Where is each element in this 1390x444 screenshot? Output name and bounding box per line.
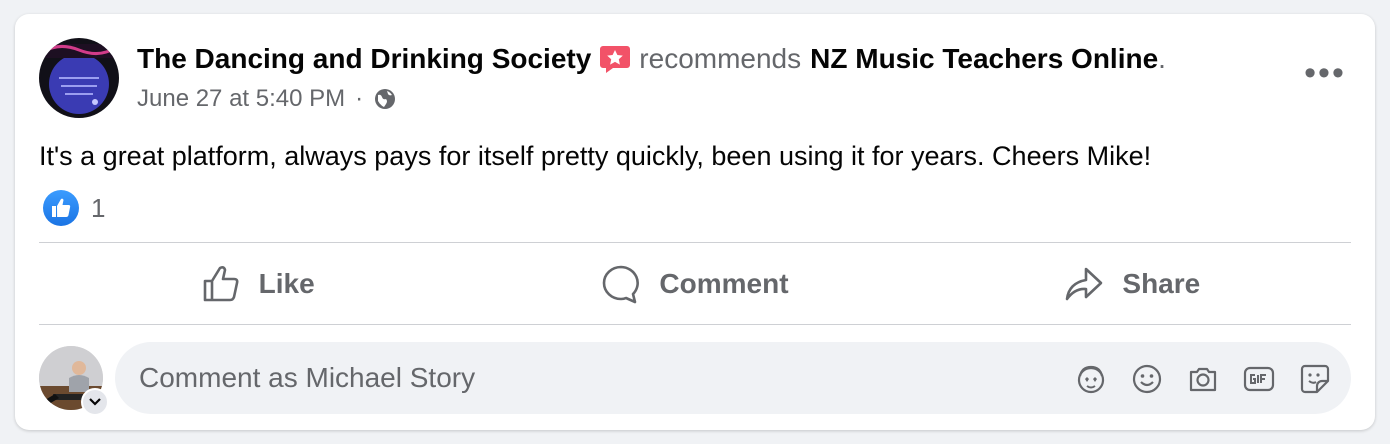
author-name[interactable]: The Dancing and Drinking Society bbox=[137, 42, 591, 76]
page-avatar[interactable] bbox=[39, 38, 119, 118]
post-card: The Dancing and Drinking Society recomme… bbox=[15, 14, 1375, 430]
emoji-icon[interactable] bbox=[1129, 361, 1165, 397]
comment-bubble-icon bbox=[603, 265, 640, 304]
share-button[interactable]: Share bbox=[914, 244, 1351, 324]
globe-icon bbox=[373, 87, 397, 111]
composer-tools bbox=[1073, 361, 1333, 397]
sticker-icon[interactable] bbox=[1297, 361, 1333, 397]
chevron-down-icon[interactable] bbox=[81, 388, 109, 416]
camera-icon[interactable] bbox=[1185, 361, 1221, 397]
comment-button[interactable]: Comment bbox=[476, 244, 913, 324]
post-header: The Dancing and Drinking Society recomme… bbox=[137, 42, 1166, 76]
more-options-icon[interactable]: ••• bbox=[1304, 54, 1345, 92]
post-timestamp[interactable]: June 27 at 5:40 PM bbox=[137, 84, 345, 114]
like-button[interactable]: Like bbox=[39, 244, 476, 324]
recommends-verb: recommends bbox=[639, 43, 802, 74]
reaction-summary[interactable]: 1 bbox=[43, 190, 105, 226]
meta-separator: · bbox=[355, 85, 364, 112]
comment-label: Comment bbox=[659, 268, 789, 299]
comment-input[interactable] bbox=[139, 342, 739, 414]
thumbs-up-icon bbox=[203, 266, 239, 302]
like-label: Like bbox=[258, 268, 315, 299]
recommendation-star-icon bbox=[599, 43, 631, 75]
divider-top bbox=[39, 242, 1351, 243]
reaction-count: 1 bbox=[91, 192, 106, 223]
comment-composer[interactable] bbox=[115, 342, 1351, 414]
divider-bottom bbox=[39, 324, 1351, 325]
recommended-page-name[interactable]: NZ Music Teachers Online bbox=[810, 42, 1158, 76]
avatar-sticker-icon[interactable] bbox=[1073, 361, 1109, 397]
share-label: Share bbox=[1122, 268, 1201, 299]
post-meta: June 27 at 5:40 PM · bbox=[137, 84, 397, 114]
header-period: . bbox=[1158, 43, 1166, 74]
share-arrow-icon bbox=[1066, 267, 1103, 301]
post-text: It's a great platform, always pays for i… bbox=[39, 141, 1152, 171]
action-bar: Like Comment Share bbox=[39, 244, 1351, 324]
gif-icon[interactable] bbox=[1241, 361, 1277, 397]
like-reaction-icon bbox=[43, 190, 79, 226]
